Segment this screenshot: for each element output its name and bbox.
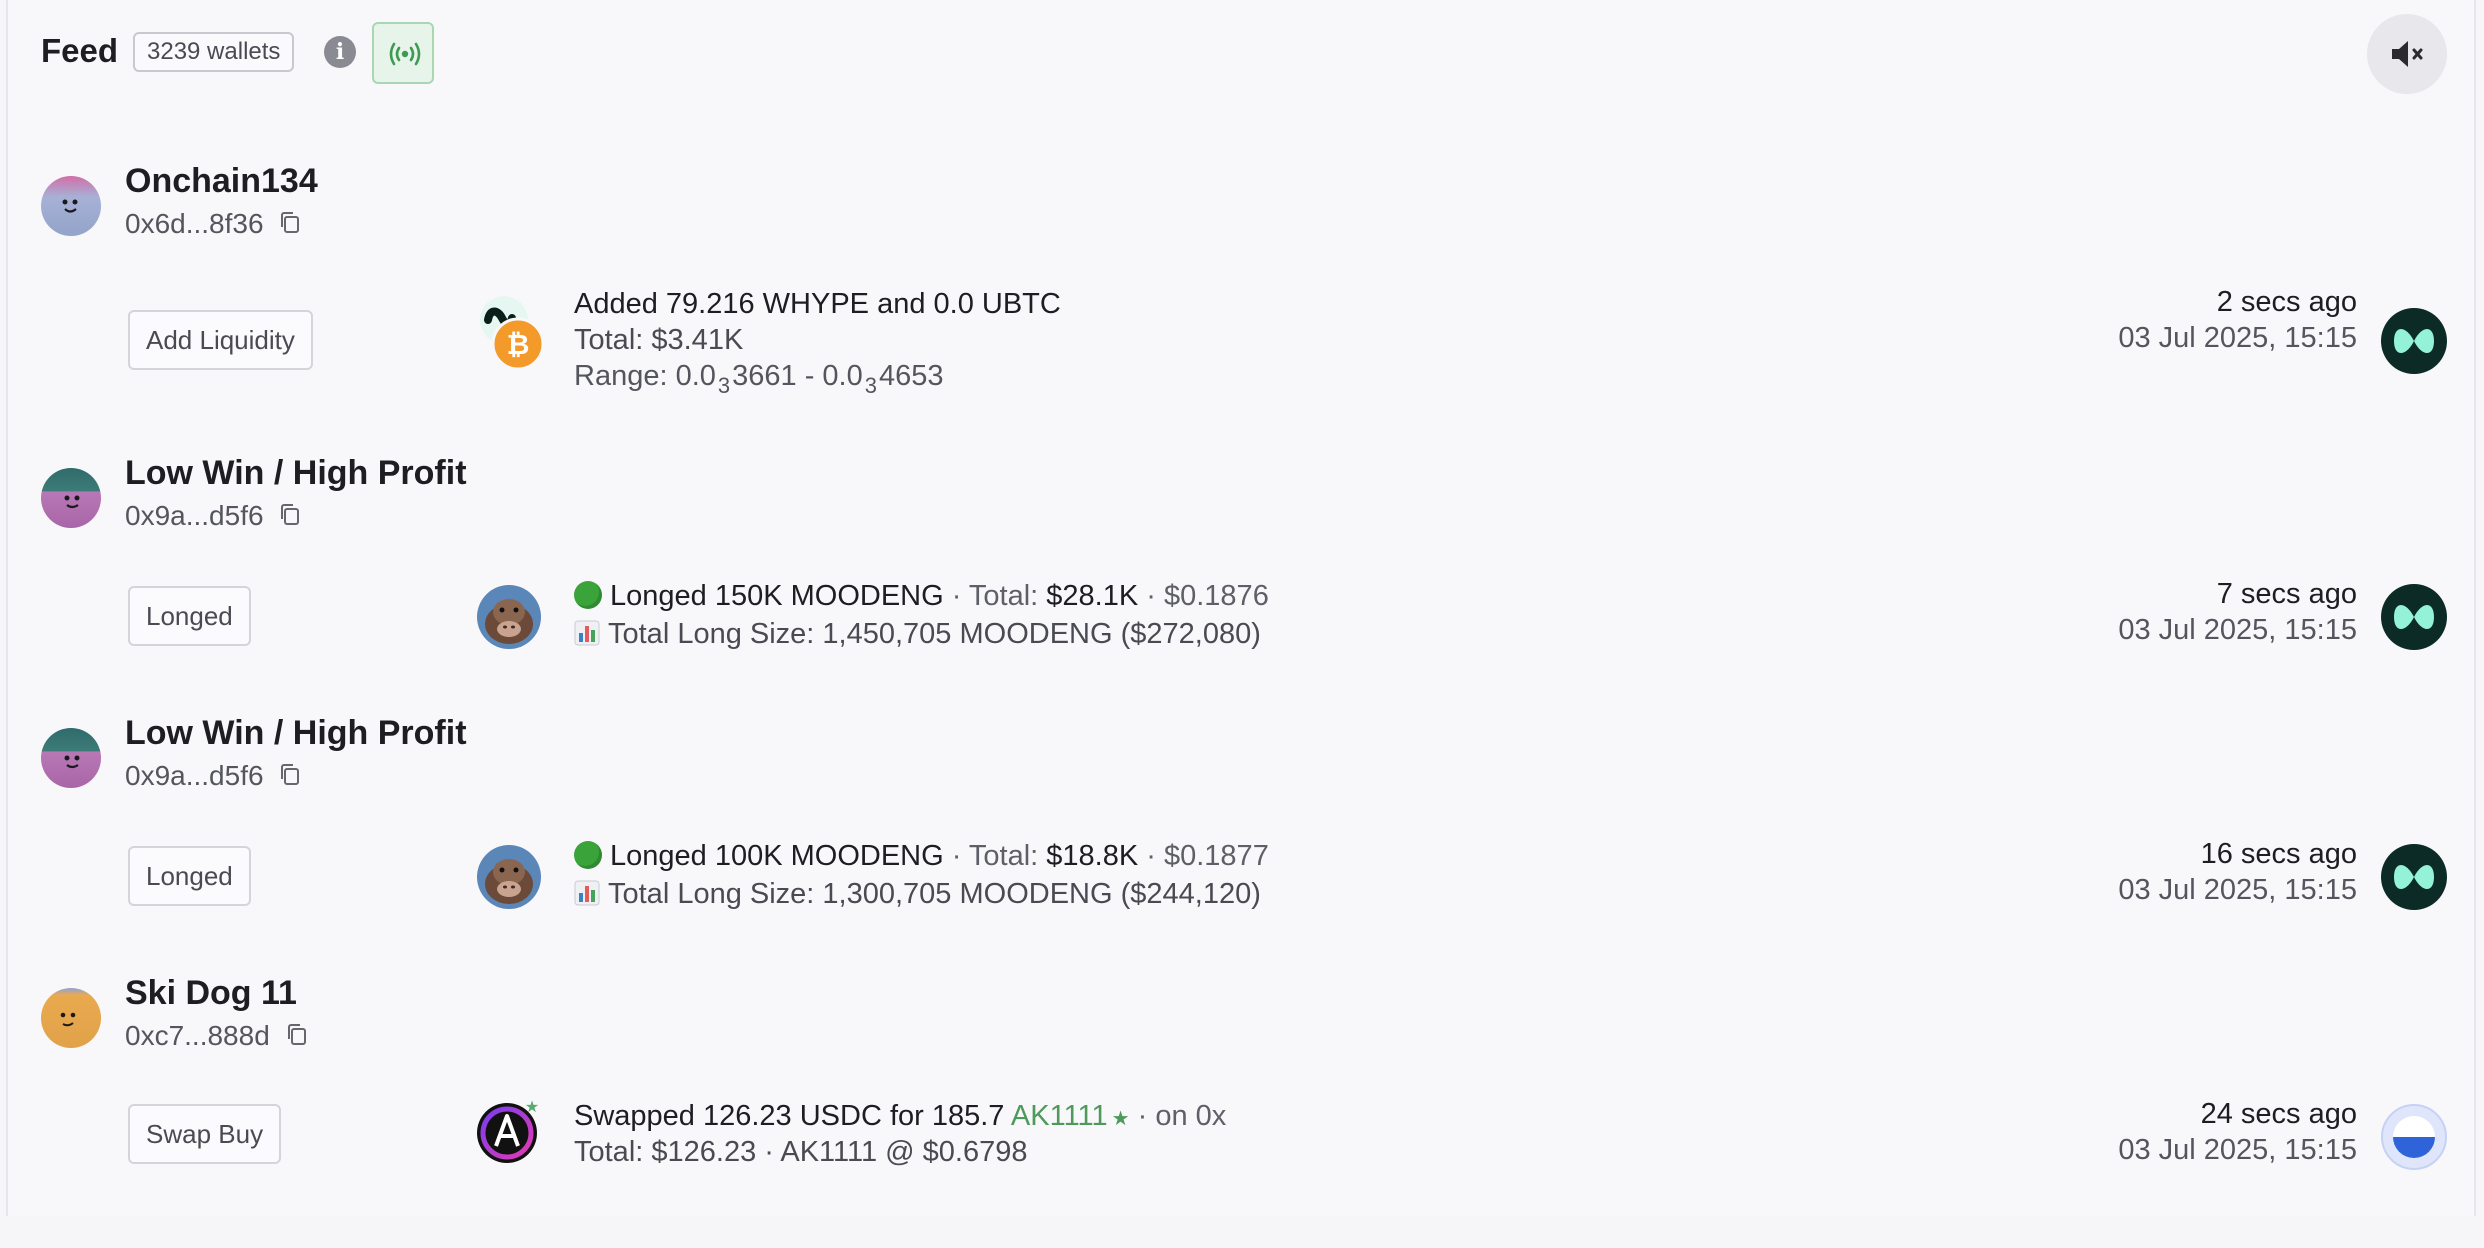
wallet-address-text: 0x9a...d5f6 (125, 760, 264, 791)
moodeng-token-icon (476, 844, 542, 910)
green-circle-icon (574, 581, 602, 609)
wallet-address-text: 0x6d...8f36 (125, 208, 264, 239)
activity-line-1: Longed 100K MOODENG · Total: $18.8K · $0… (574, 838, 1269, 874)
action-tag: Longed (128, 846, 251, 906)
trader-name[interactable]: Low Win / High Profit (125, 454, 467, 493)
wallet-address[interactable]: 0x9a...d5f6 (125, 500, 301, 532)
copy-icon[interactable] (279, 763, 301, 787)
feed-header: Feed 3239 wallets i (8, 0, 2474, 110)
svg-text:★: ★ (525, 1098, 539, 1116)
wallet-address[interactable]: 0x9a...d5f6 (125, 760, 301, 792)
star-icon: ★ (1111, 1108, 1130, 1130)
moodeng-token-icon (476, 584, 542, 650)
activity-line-2: Total: $3.41K (574, 324, 744, 356)
timestamp: 03 Jul 2025, 15:15 (2118, 874, 2357, 906)
page-title: Feed (41, 32, 119, 69)
copy-icon[interactable] (286, 1023, 308, 1047)
wallet-address[interactable]: 0xc7...888d (125, 1020, 308, 1052)
timestamp: 03 Jul 2025, 15:15 (2118, 322, 2357, 354)
action-tag: Longed (128, 586, 251, 646)
wallets-count-badge[interactable]: 3239 wallets (133, 32, 295, 72)
activity-line-1: Added 79.216 WHYPE and 0.0 UBTC (574, 288, 1061, 320)
0x-protocol-icon[interactable] (2381, 1104, 2447, 1170)
copy-icon[interactable] (279, 211, 301, 235)
time-ago: 2 secs ago (2216, 286, 2357, 318)
hyperliquid-icon[interactable] (2381, 844, 2447, 910)
feed-item[interactable]: Low Win / High Profit 0x9a...d5f6 Longed… (8, 714, 2474, 988)
svg-text:₿: ₿ (507, 328, 530, 361)
activity-line-2: Total Long Size: 1,450,705 MOODENG ($272… (574, 616, 1261, 652)
copy-icon[interactable] (279, 503, 301, 527)
timestamp: 03 Jul 2025, 15:15 (2118, 1134, 2357, 1166)
green-circle-icon (574, 841, 602, 869)
action-tag: Swap Buy (128, 1104, 282, 1164)
avatar[interactable] (41, 988, 101, 1048)
feed-item[interactable]: Ski Dog 11 0xc7...888d Swap Buy ★ Swappe… (8, 974, 2474, 1248)
bar-chart-icon (574, 620, 600, 646)
trader-name[interactable]: Low Win / High Profit (125, 714, 467, 753)
time-ago: 7 secs ago (2216, 578, 2357, 610)
ak1111-token-icon: ★ (476, 1097, 542, 1164)
feed-item[interactable]: Onchain134 0x6d...8f36 Add Liquidity ₿ A… (8, 162, 2474, 436)
trader-name[interactable]: Ski Dog 11 (125, 974, 297, 1013)
mute-button[interactable] (2367, 14, 2447, 94)
wallet-address-text: 0xc7...888d (125, 1020, 270, 1051)
activity-line-1: Longed 150K MOODENG · Total: $28.1K · $0… (574, 578, 1269, 614)
activity-line-1: Swapped 126.23 USDC for 185.7 AK1111 ★ · … (574, 1100, 1227, 1132)
hyperliquid-icon[interactable] (2381, 584, 2447, 650)
feed-item[interactable]: Low Win / High Profit 0x9a...d5f6 Longed… (8, 454, 2474, 728)
info-icon[interactable]: i (324, 36, 356, 68)
token-pair-icon: ₿ (476, 294, 545, 371)
wallet-address[interactable]: 0x6d...8f36 (125, 208, 301, 240)
broadcast-icon (389, 42, 421, 66)
bar-chart-icon (574, 880, 600, 906)
speaker-muted-icon (2392, 41, 2423, 67)
timestamp: 03 Jul 2025, 15:15 (2118, 614, 2357, 646)
activity-line-2: Total Long Size: 1,300,705 MOODENG ($244… (574, 876, 1261, 912)
avatar[interactable] (41, 176, 101, 236)
trader-name[interactable]: Onchain134 (125, 162, 318, 201)
avatar[interactable] (41, 728, 101, 788)
activity-line-2: Total: $126.23 · AK1111 @ $0.6798 (574, 1136, 1028, 1168)
token-link[interactable]: AK1111 (1011, 1100, 1108, 1132)
hyperliquid-icon[interactable] (2381, 308, 2447, 374)
activity-line-3: Range: 0.033661 - 0.034653 (574, 360, 944, 398)
feed-panel: Feed 3239 wallets i Onchain134 0x6d...8f… (6, 0, 2476, 1216)
avatar[interactable] (41, 468, 101, 528)
wallet-address-text: 0x9a...d5f6 (125, 500, 264, 531)
time-ago: 24 secs ago (2200, 1098, 2357, 1130)
action-tag: Add Liquidity (128, 310, 313, 370)
time-ago: 16 secs ago (2200, 838, 2357, 870)
live-toggle-button[interactable] (372, 22, 434, 84)
